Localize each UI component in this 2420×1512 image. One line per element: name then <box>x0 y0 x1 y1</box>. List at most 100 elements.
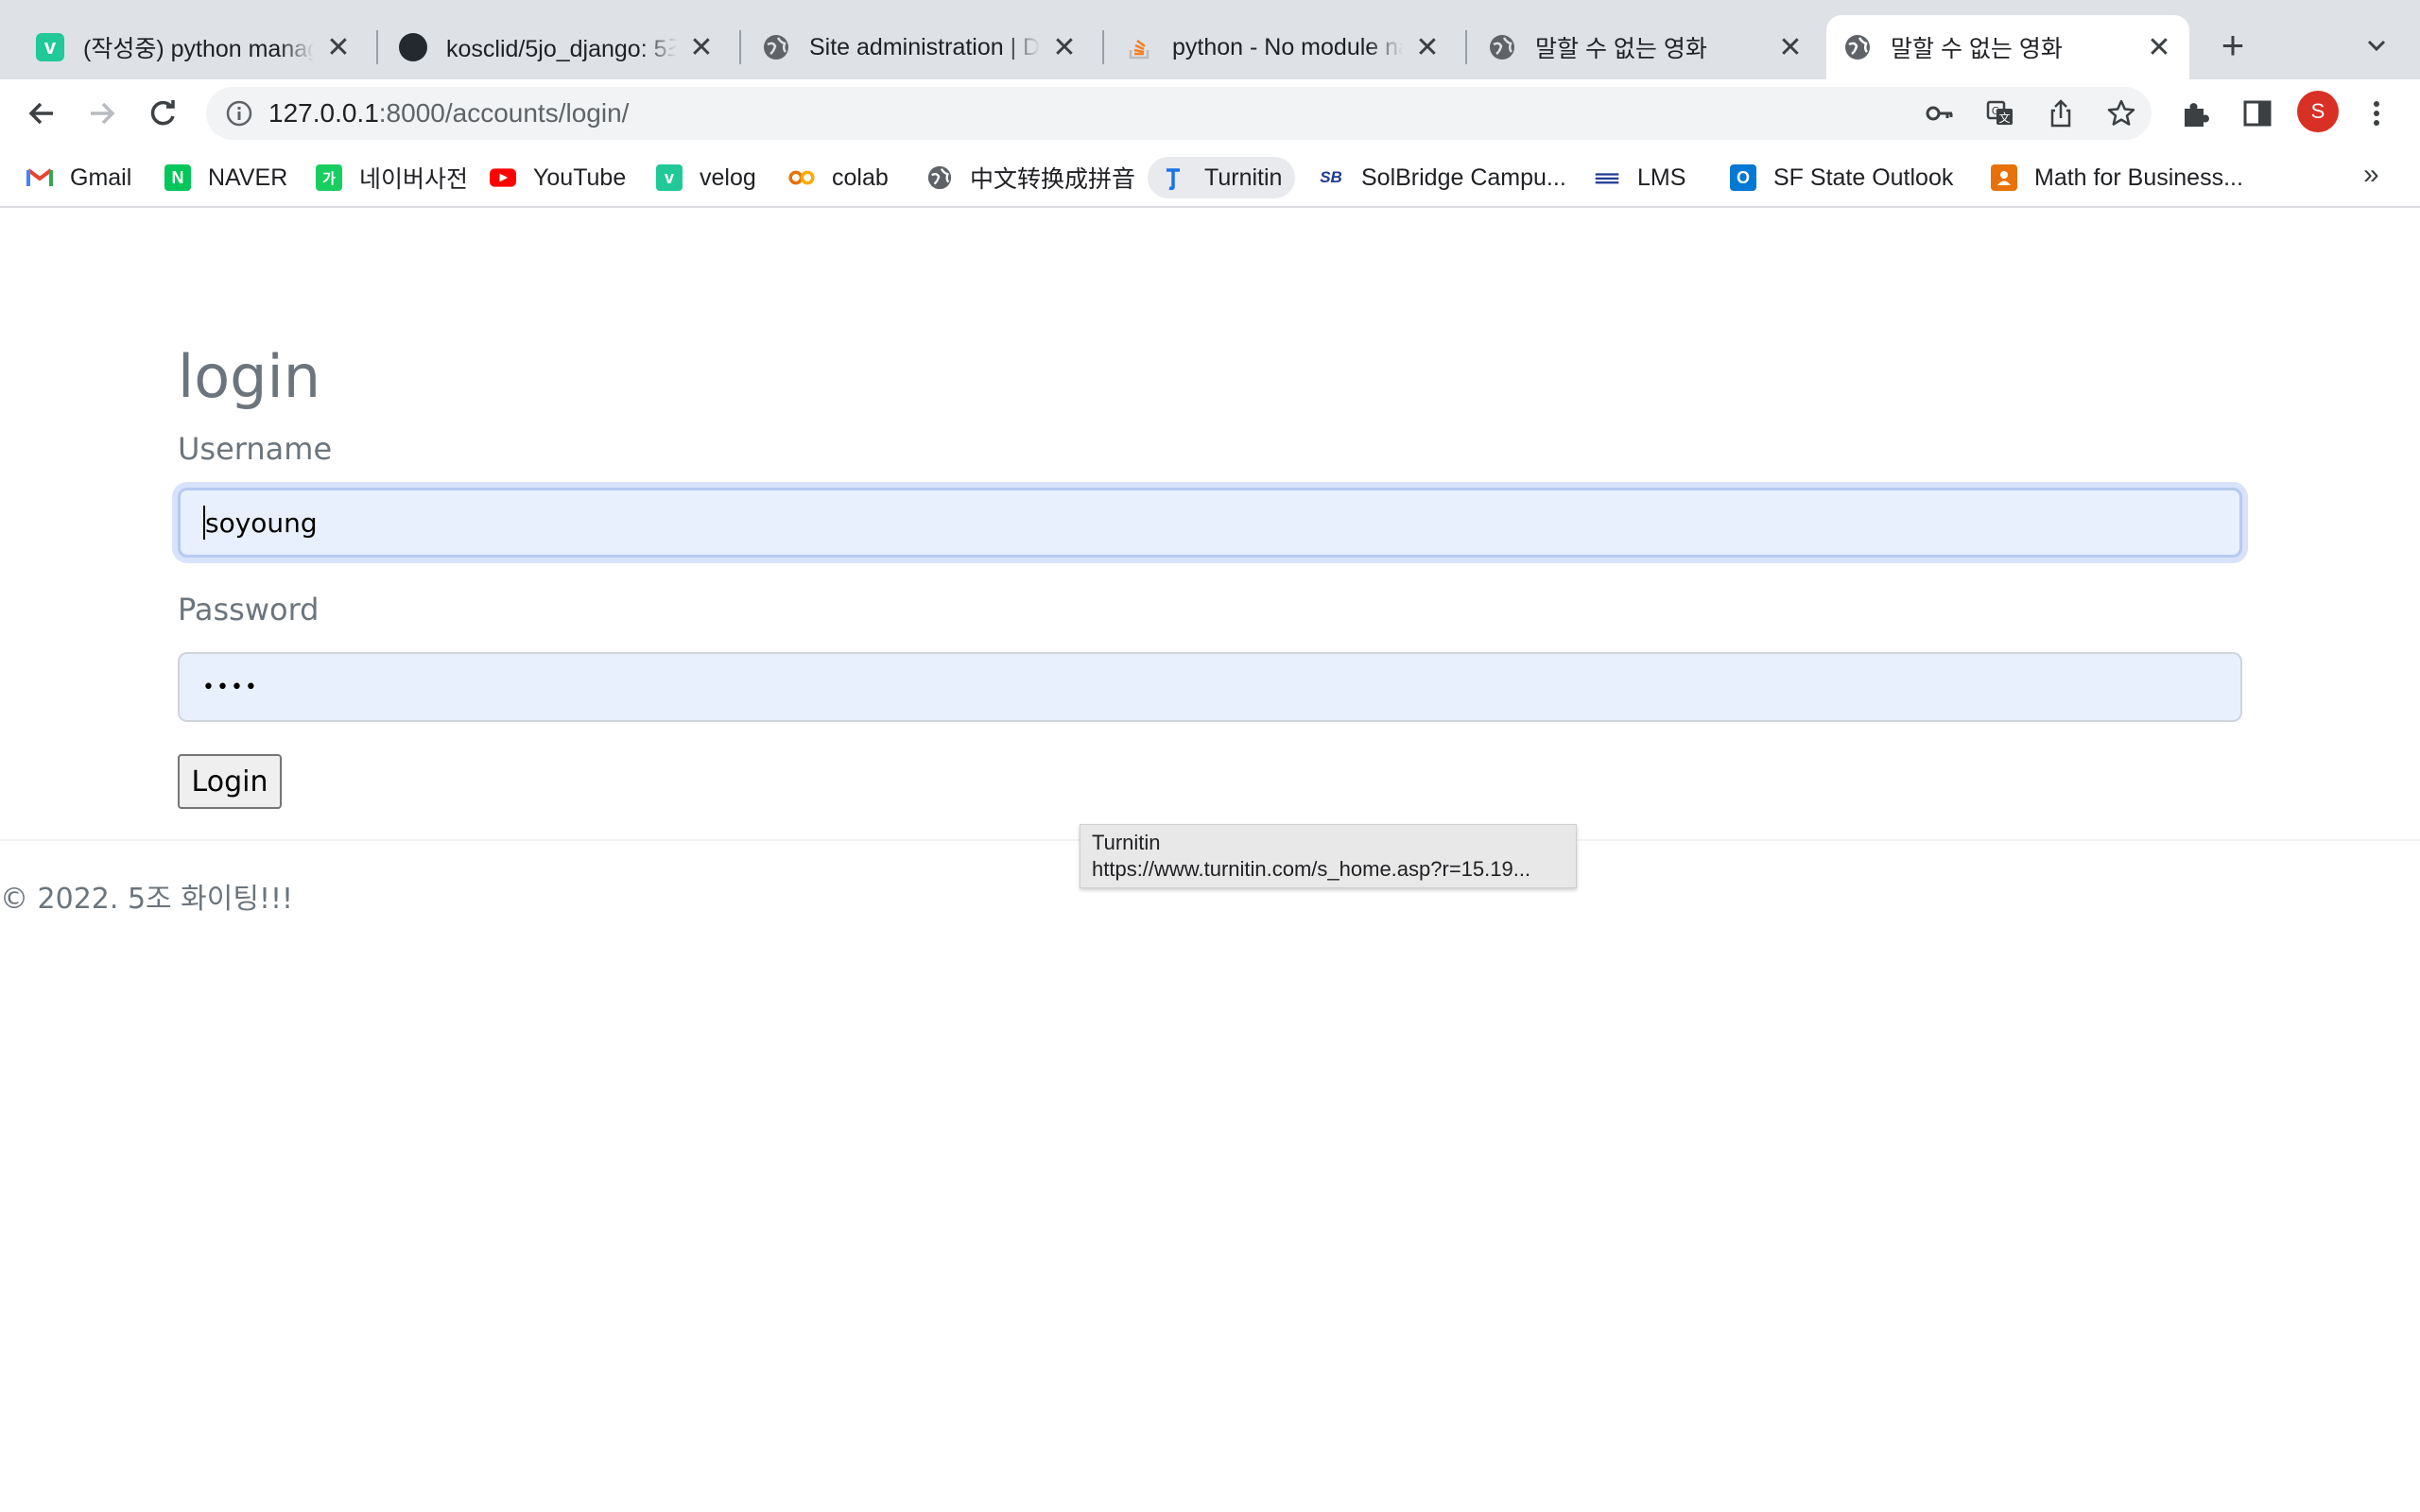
outlook-icon: O <box>1730 164 1756 191</box>
globe-icon <box>926 164 953 191</box>
username-value: soyoung <box>205 507 318 539</box>
star-icon[interactable] <box>2106 98 2136 129</box>
info-icon[interactable] <box>225 99 253 128</box>
bookmark-sf-state-outlook[interactable]: O SF State Outlook <box>1717 157 1966 198</box>
bookmark-turnitin[interactable]: Turnitin <box>1148 157 1295 198</box>
tab-github[interactable]: kosclid/5jo_django: 5조 ✕ <box>382 15 732 79</box>
tab-stackoverflow[interactable]: python - No module named ✕ <box>1108 15 1458 79</box>
extensions-button[interactable] <box>2176 93 2218 134</box>
url-text[interactable]: 127.0.0.1:8000/accounts/login/ <box>268 98 629 129</box>
translate-icon[interactable]: 文G <box>1985 98 2015 129</box>
bookmark-label: Gmail <box>70 164 131 192</box>
bookmark-label: NAVER <box>208 164 287 192</box>
tab-separator <box>739 30 741 64</box>
close-icon[interactable]: ✕ <box>2146 31 2172 64</box>
tab-search-button[interactable] <box>2358 26 2395 64</box>
bookmark-lms[interactable]: LMS <box>1581 157 1699 198</box>
globe-icon <box>762 33 790 61</box>
bookmark-label: velog <box>700 164 756 192</box>
bookmark-label: YouTube <box>533 164 626 192</box>
page-title: login <box>178 342 320 411</box>
tab-title: 말할 수 없는 영화 <box>1535 30 1766 64</box>
new-tab-button[interactable]: + <box>2212 25 2254 66</box>
gmail-icon <box>26 164 53 191</box>
close-icon[interactable]: ✕ <box>325 31 352 64</box>
password-value: •••• <box>202 676 259 699</box>
tab-velog-draft[interactable]: v (작성중) python manage.py ✕ <box>19 15 369 79</box>
tooltip-url: https://www.turnitin.com/s_home.asp?r=15… <box>1092 856 1564 883</box>
tab-title: kosclid/5jo_django: 5조 <box>446 30 677 64</box>
chevron-down-icon <box>2358 26 2395 64</box>
tab-django-admin[interactable]: Site administration | Django ✕ <box>745 15 1095 79</box>
bookmarks-overflow-button[interactable]: » <box>2363 159 2379 191</box>
tab-title: (작성중) python manage.py <box>83 30 314 64</box>
share-icon[interactable] <box>2046 98 2076 129</box>
bookmark-youtube[interactable]: YouTube <box>476 157 639 198</box>
tab-title: Site administration | Django <box>809 34 1040 61</box>
solbridge-icon: SB <box>1318 164 1344 191</box>
bookmark-label: 中文转换成拼音 <box>970 161 1135 195</box>
reload-icon <box>146 96 180 130</box>
person-icon <box>1991 164 2017 191</box>
naver-icon: N <box>164 164 191 191</box>
bookmark-naver[interactable]: N NAVER <box>151 157 301 198</box>
username-label: Username <box>178 431 332 467</box>
address-bar[interactable]: 127.0.0.1:8000/accounts/login/ 文G <box>206 87 2152 140</box>
bookmark-label: SolBridge Campu... <box>1361 164 1566 192</box>
bookmark-label: colab <box>832 164 889 192</box>
bookmark-label: Math for Business... <box>2034 164 2243 192</box>
tab-separator <box>376 30 378 64</box>
naver-dictionary-icon: 가 <box>316 164 342 191</box>
bookmark-label: Turnitin <box>1204 164 1282 192</box>
bookmark-solbridge[interactable]: SB SolBridge Campu... <box>1305 157 1580 198</box>
url-host: 127.0.0.1 <box>268 98 379 128</box>
bookmark-velog[interactable]: v velog <box>643 157 769 198</box>
side-panel-button[interactable] <box>2237 93 2278 134</box>
stackoverflow-icon <box>1125 33 1153 61</box>
profile-avatar[interactable]: S <box>2297 91 2339 132</box>
svg-text:G: G <box>1992 105 2000 117</box>
close-icon[interactable]: ✕ <box>688 31 715 64</box>
reload-button[interactable] <box>142 93 183 134</box>
svg-text:文: 文 <box>1998 111 2010 125</box>
back-button[interactable] <box>21 93 62 134</box>
arrow-right-icon <box>85 96 119 130</box>
bookmark-label: SF State Outlook <box>1773 164 1953 192</box>
menu-button[interactable] <box>2356 93 2397 134</box>
velog-icon: v <box>36 33 64 61</box>
side-panel-icon <box>2241 97 2273 129</box>
youtube-icon <box>490 164 516 191</box>
globe-icon <box>1488 33 1516 61</box>
globe-icon <box>1843 33 1872 61</box>
password-input[interactable]: •••• <box>178 652 2242 722</box>
tab-separator <box>1465 30 1467 64</box>
close-icon[interactable]: ✕ <box>1777 31 1804 64</box>
tab-title: 말할 수 없는 영화 <box>1891 30 2135 64</box>
bookmark-naver-dictionary[interactable]: 가 네이버사전 <box>302 157 481 198</box>
lms-icon <box>1594 164 1620 191</box>
bookmark-tooltip: Turnitin https://www.turnitin.com/s_home… <box>1080 824 1577 888</box>
bookmark-label: LMS <box>1637 164 1685 192</box>
close-icon[interactable]: ✕ <box>1051 31 1078 64</box>
tab-title: python - No module named <box>1172 34 1403 61</box>
colab-icon <box>788 164 815 191</box>
tab-movie-1[interactable]: 말할 수 없는 영화 ✕ <box>1471 15 1821 79</box>
bookmark-gmail[interactable]: Gmail <box>13 157 145 198</box>
arrow-left-icon <box>25 96 59 130</box>
bookmark-math-for-business[interactable]: Math for Business... <box>1978 157 2256 198</box>
forward-button[interactable] <box>81 93 123 134</box>
close-icon[interactable]: ✕ <box>1414 31 1441 64</box>
velog-icon: v <box>656 164 683 191</box>
username-input[interactable]: soyoung <box>178 488 2242 558</box>
github-icon <box>399 33 427 61</box>
turnitin-icon <box>1161 164 1187 191</box>
login-button[interactable]: Login <box>178 754 282 809</box>
bookmark-label: 네이버사전 <box>359 161 468 195</box>
bookmark-pinyin[interactable]: 中文转换成拼音 <box>913 157 1149 198</box>
key-icon[interactable] <box>1925 98 1955 129</box>
kebab-menu-icon <box>2360 97 2393 129</box>
browser-toolbar: 127.0.0.1:8000/accounts/login/ 文G <box>0 79 2420 147</box>
footer-text: © 2022. 5조 화이팅!!! <box>0 875 293 917</box>
bookmark-colab[interactable]: colab <box>775 157 902 198</box>
tab-movie-active[interactable]: 말할 수 없는 영화 ✕ <box>1826 15 2189 79</box>
